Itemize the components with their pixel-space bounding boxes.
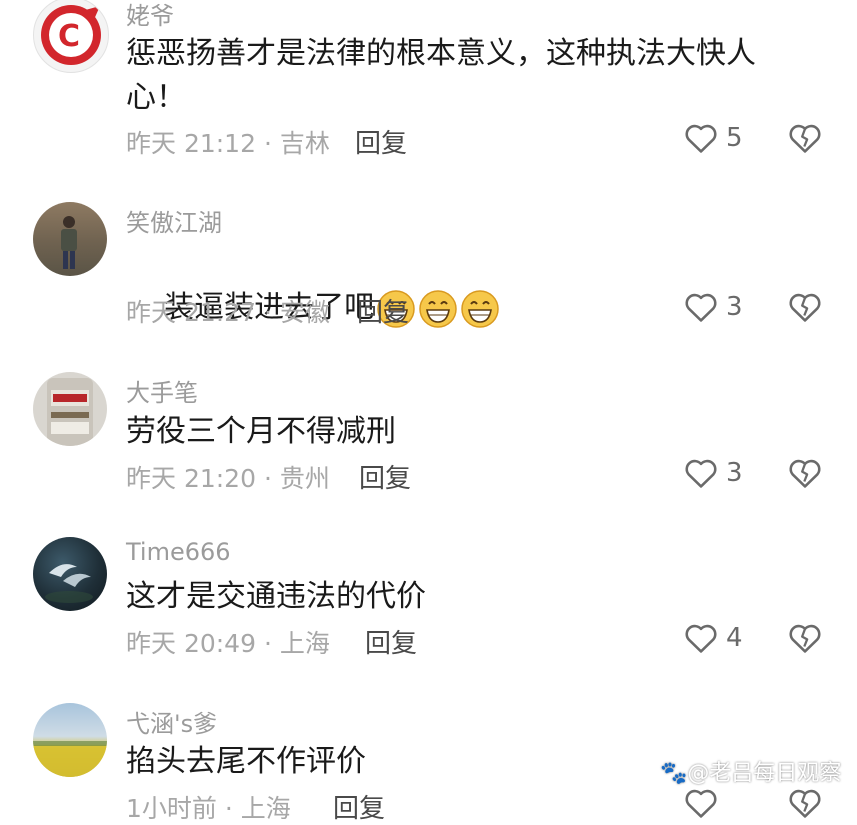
reply-button[interactable]: 回复 bbox=[365, 623, 417, 660]
comment-meta: 昨天 21:12 · 吉林 bbox=[126, 124, 330, 160]
heart-outline-icon bbox=[685, 459, 717, 488]
avatar[interactable] bbox=[33, 703, 107, 777]
comment-text: 惩恶扬善才是法律的根本意义，这种执法大快人心！ bbox=[126, 36, 756, 115]
comment-location: 安徽 bbox=[279, 298, 330, 327]
avatar[interactable]: C bbox=[33, 0, 109, 73]
comment-time: 1小时前 bbox=[126, 794, 217, 823]
reply-button[interactable]: 回复 bbox=[357, 292, 409, 329]
like-button[interactable]: 3 bbox=[684, 457, 743, 489]
comment-location: 上海 bbox=[240, 794, 291, 823]
avatar[interactable] bbox=[33, 537, 107, 611]
heart-outline-icon bbox=[685, 293, 717, 322]
comment-meta: 1小时前 · 上海 bbox=[126, 789, 291, 825]
like-button[interactable]: 5 bbox=[684, 122, 743, 154]
like-button[interactable] bbox=[684, 787, 718, 819]
field-photo-icon bbox=[33, 741, 107, 777]
broken-heart-icon bbox=[789, 124, 821, 153]
dislike-button[interactable] bbox=[788, 622, 822, 658]
meta-separator: · bbox=[256, 298, 280, 327]
like-count: 3 bbox=[726, 292, 743, 322]
like-count: 3 bbox=[726, 458, 743, 488]
grinning-face-emoji bbox=[461, 289, 499, 328]
meta-separator: · bbox=[256, 129, 280, 158]
comment-location: 吉林 bbox=[279, 129, 330, 158]
paw-icon: 🐾 bbox=[660, 761, 688, 786]
comment-time: 昨天 21:12 bbox=[126, 129, 256, 158]
like-button[interactable]: 4 bbox=[684, 622, 743, 654]
grinning-face-emoji bbox=[419, 289, 457, 328]
heart-outline-icon bbox=[685, 789, 717, 818]
reply-button[interactable]: 回复 bbox=[359, 458, 411, 495]
reply-button[interactable]: 回复 bbox=[333, 788, 385, 825]
comment-meta: 昨天 21:20 · 贵州 bbox=[126, 459, 330, 495]
meta-separator: · bbox=[216, 794, 241, 823]
dislike-button[interactable] bbox=[788, 291, 822, 327]
watermark: 🐾@老吕每日观察 bbox=[660, 755, 841, 787]
svg-text:C: C bbox=[58, 19, 80, 54]
like-count: 4 bbox=[726, 623, 743, 653]
comment-username[interactable]: 大手笔 bbox=[126, 373, 198, 408]
comment-text: 这才是交通违法的代价 bbox=[126, 579, 426, 614]
like-count: 5 bbox=[726, 123, 743, 153]
comment-meta: 昨天 21:27 · 安徽 bbox=[126, 293, 330, 329]
dislike-button[interactable] bbox=[788, 122, 822, 158]
comment-time: 昨天 20:49 bbox=[126, 629, 256, 658]
comment-username[interactable]: 姥爷 bbox=[126, 0, 174, 31]
comment-time: 昨天 21:20 bbox=[126, 464, 256, 493]
product-photo-icon bbox=[47, 378, 93, 446]
logo-avatar-icon: C bbox=[41, 5, 101, 65]
person-photo-icon bbox=[61, 216, 77, 269]
broken-heart-icon bbox=[789, 459, 821, 488]
comment-username[interactable]: 弋涵's爹 bbox=[126, 704, 217, 739]
dislike-button[interactable] bbox=[788, 457, 822, 493]
avatar[interactable] bbox=[33, 372, 107, 446]
heart-outline-icon bbox=[685, 124, 717, 153]
comment-meta: 昨天 20:49 · 上海 bbox=[126, 624, 330, 660]
broken-heart-icon bbox=[789, 789, 821, 818]
comment-text: 劳役三个月不得减刑 bbox=[126, 414, 396, 449]
watermark-text: @老吕每日观察 bbox=[687, 761, 842, 786]
like-button[interactable]: 3 bbox=[684, 291, 743, 323]
broken-heart-icon bbox=[789, 293, 821, 322]
reply-button[interactable]: 回复 bbox=[355, 123, 407, 160]
comment-username[interactable]: 笑傲江湖 bbox=[126, 203, 222, 238]
heart-outline-icon bbox=[685, 624, 717, 653]
meta-separator: · bbox=[256, 464, 280, 493]
comment-time: 昨天 21:27 bbox=[126, 298, 256, 327]
dislike-button[interactable] bbox=[788, 787, 822, 823]
avatar[interactable] bbox=[33, 202, 107, 276]
meta-separator: · bbox=[256, 629, 280, 658]
broken-heart-icon bbox=[789, 624, 821, 653]
comment-username[interactable]: Time666 bbox=[126, 538, 231, 566]
comment-location: 上海 bbox=[279, 629, 330, 658]
bird-photo-icon bbox=[45, 564, 93, 603]
comment-location: 贵州 bbox=[279, 464, 330, 493]
